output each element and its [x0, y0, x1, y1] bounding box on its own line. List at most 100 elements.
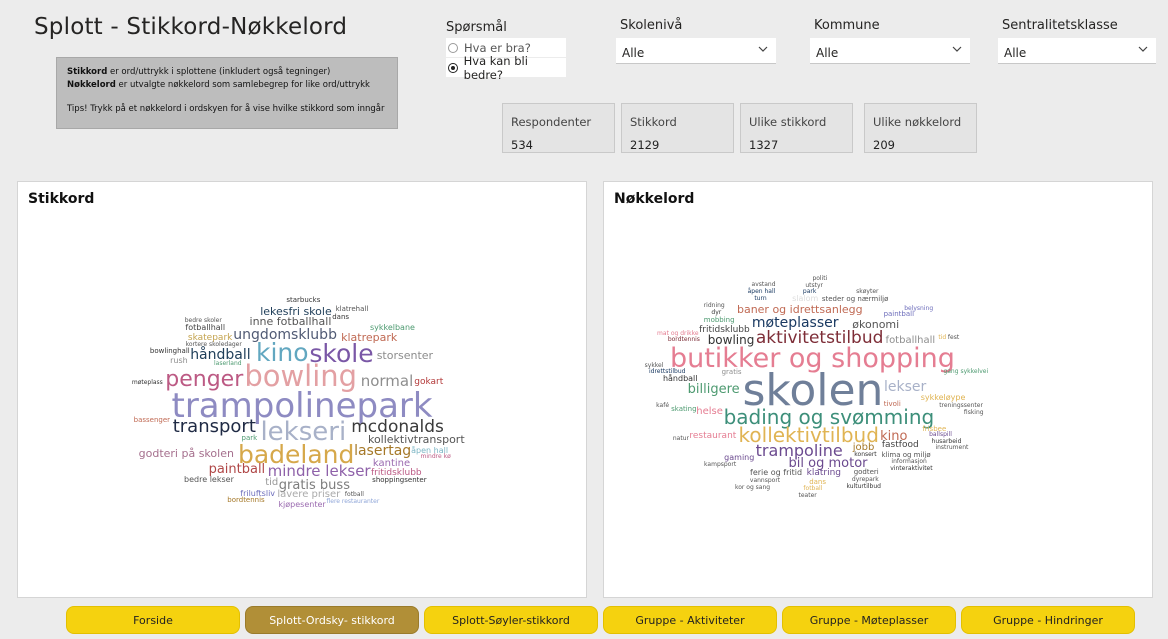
word-stikkord[interactable]: fotballhall — [185, 324, 225, 332]
word-nokkelord[interactable]: konsert — [854, 451, 876, 458]
word-stikkord[interactable]: lasertag — [354, 444, 411, 458]
word-nokkelord[interactable]: baner og idrettsanlegg — [737, 304, 863, 315]
word-stikkord[interactable]: sykkelbane — [370, 324, 415, 332]
word-nokkelord[interactable]: avstand — [752, 281, 776, 288]
word-nokkelord[interactable]: tid — [938, 335, 946, 341]
word-stikkord[interactable]: mindre kø — [421, 453, 451, 460]
word-stikkord[interactable]: shoppingsenter — [372, 477, 426, 484]
sentralitet-dropdown[interactable]: Alle — [998, 38, 1156, 64]
nav-aktiviteter-button[interactable]: Gruppe - Aktiviteter — [603, 606, 777, 634]
word-nokkelord[interactable]: butikker og shopping — [670, 345, 955, 372]
word-nokkelord[interactable]: skøyter — [856, 289, 878, 295]
word-nokkelord[interactable]: kulturtilbud — [846, 483, 881, 490]
word-stikkord[interactable]: klatrepark — [341, 332, 397, 343]
word-nokkelord[interactable]: kampsport — [704, 461, 736, 468]
word-nokkelord[interactable]: vannsport — [750, 477, 780, 484]
word-nokkelord[interactable]: dyrepark — [852, 476, 879, 483]
word-nokkelord[interactable]: slalom — [792, 295, 818, 303]
nav-forside-button[interactable]: Forside — [66, 606, 240, 634]
word-stikkord[interactable]: bowlinghall — [150, 348, 190, 355]
word-nokkelord[interactable]: teater — [799, 492, 817, 499]
word-stikkord[interactable]: rush — [170, 357, 188, 365]
word-stikkord[interactable]: bassenger — [134, 417, 170, 424]
word-stikkord[interactable]: penger — [165, 369, 243, 391]
word-stikkord[interactable]: bedre lekser — [184, 475, 234, 484]
word-nokkelord[interactable]: dyr — [711, 310, 721, 316]
word-nokkelord[interactable]: utstyr — [805, 282, 823, 289]
word-nokkelord[interactable]: idrettstilbud — [649, 369, 685, 375]
word-nokkelord[interactable]: park — [803, 289, 816, 295]
word-nokkelord[interactable]: tivoli — [884, 400, 901, 408]
word-nokkelord[interactable]: mobbing — [704, 316, 735, 324]
word-stikkord[interactable]: ungdomsklubb — [233, 328, 337, 342]
word-nokkelord[interactable]: fritidsklubb — [699, 326, 750, 335]
word-nokkelord[interactable]: lekser — [884, 380, 926, 394]
word-nokkelord[interactable]: kor og sang — [735, 485, 770, 491]
word-nokkelord[interactable]: fotballhall — [886, 336, 936, 346]
word-nokkelord[interactable]: økonomi — [852, 319, 899, 330]
word-stikkord[interactable]: lekesfri skole — [260, 306, 332, 317]
word-nokkelord[interactable]: fisking — [964, 409, 984, 416]
word-nokkelord[interactable]: bowling — [708, 334, 755, 346]
word-nokkelord[interactable]: fest — [948, 334, 959, 341]
word-nokkelord[interactable]: helse — [696, 406, 723, 417]
word-stikkord[interactable]: fotball — [345, 491, 364, 498]
word-stikkord[interactable]: park — [242, 435, 258, 442]
word-nokkelord[interactable]: møteplasser — [752, 316, 839, 330]
nav-moteplasser-button[interactable]: Gruppe - Møteplasser — [782, 606, 956, 634]
word-stikkord[interactable]: flere restauranter — [326, 498, 379, 505]
word-nokkelord[interactable]: gang sykkelvei — [943, 368, 988, 375]
word-stikkord[interactable]: kortere skoledager — [186, 342, 242, 348]
word-stikkord[interactable]: tid — [265, 477, 278, 488]
word-stikkord[interactable]: dans — [332, 313, 349, 321]
nokkelord-wordcloud[interactable]: skolen butikker og shopping bading og svøm… — [618, 218, 1008, 558]
word-nokkelord[interactable]: steder og nærmiljø — [822, 296, 889, 303]
word-nokkelord[interactable]: gratis — [722, 368, 742, 376]
word-nokkelord[interactable]: natur — [673, 435, 689, 442]
nav-splott-soyler-button[interactable]: Splott-Søyler-stikkord — [424, 606, 598, 634]
word-nokkelord[interactable]: sykkel — [645, 362, 664, 369]
word-stikkord[interactable]: kollektivtransport — [368, 434, 465, 445]
word-nokkelord[interactable]: turn — [754, 296, 766, 302]
word-nokkelord[interactable]: informasjon — [891, 458, 926, 465]
word-nokkelord[interactable]: billigere — [688, 383, 740, 396]
word-stikkord[interactable]: starbucks — [286, 297, 320, 304]
word-nokkelord[interactable]: godteri — [854, 468, 879, 476]
word-stikkord[interactable]: godteri på skolen — [139, 448, 234, 459]
word-nokkelord[interactable]: åpen hall — [748, 288, 776, 295]
word-nokkelord[interactable]: politi — [812, 276, 827, 282]
word-stikkord[interactable]: bedre skoler — [185, 318, 222, 324]
kommune-dropdown[interactable]: Alle — [810, 38, 970, 64]
word-stikkord[interactable]: kantine — [373, 458, 410, 469]
word-nokkelord[interactable]: paintball — [884, 311, 914, 318]
word-nokkelord[interactable]: treningssenter — [939, 402, 983, 409]
nav-hindringer-button[interactable]: Gruppe - Hindringer — [961, 606, 1135, 634]
stikkord-wordcloud[interactable]: trampolinepark bowling lekseri badeland kino… — [30, 218, 574, 588]
word-nokkelord[interactable]: restaurant — [689, 431, 736, 441]
word-stikkord[interactable]: laserland — [214, 360, 242, 367]
word-nokkelord[interactable]: kafé — [656, 402, 669, 409]
word-nokkelord[interactable]: håndball — [663, 374, 698, 383]
word-stikkord[interactable]: bordtennis — [227, 497, 264, 504]
word-stikkord[interactable]: gokart — [414, 377, 443, 387]
word-nokkelord[interactable]: instrument — [935, 445, 968, 451]
word-nokkelord[interactable]: klatring — [807, 468, 841, 478]
word-nokkelord[interactable]: sykkeløype — [921, 393, 966, 402]
word-stikkord[interactable]: normal — [361, 373, 414, 389]
word-nokkelord[interactable]: vinteraktivitet — [890, 466, 932, 472]
word-stikkord[interactable]: storsenter — [377, 350, 433, 361]
word-stikkord[interactable]: kjøpesenter — [278, 500, 325, 509]
word-nokkelord[interactable]: fastfood — [882, 440, 919, 450]
word-nokkelord[interactable]: bordtennis — [668, 336, 700, 343]
word-stikkord[interactable]: kino — [256, 340, 309, 365]
word-nokkelord[interactable]: mat og drikke — [657, 330, 699, 337]
word-stikkord[interactable]: skole — [309, 341, 373, 366]
word-nokkelord[interactable]: ridning — [704, 303, 725, 309]
word-stikkord[interactable]: mindre lekser — [268, 464, 371, 479]
radio-option-bedre[interactable]: Hva kan bli bedre? — [446, 54, 566, 82]
word-nokkelord[interactable]: belysning — [904, 306, 933, 312]
word-stikkord[interactable]: møteplass — [132, 379, 163, 386]
word-nokkelord[interactable]: skating — [671, 405, 696, 413]
word-nokkelord[interactable]: aktivitetstilbud — [756, 330, 884, 347]
nav-splott-ordsky-button[interactable]: Splott-Ordsky- stikkord — [245, 606, 419, 634]
